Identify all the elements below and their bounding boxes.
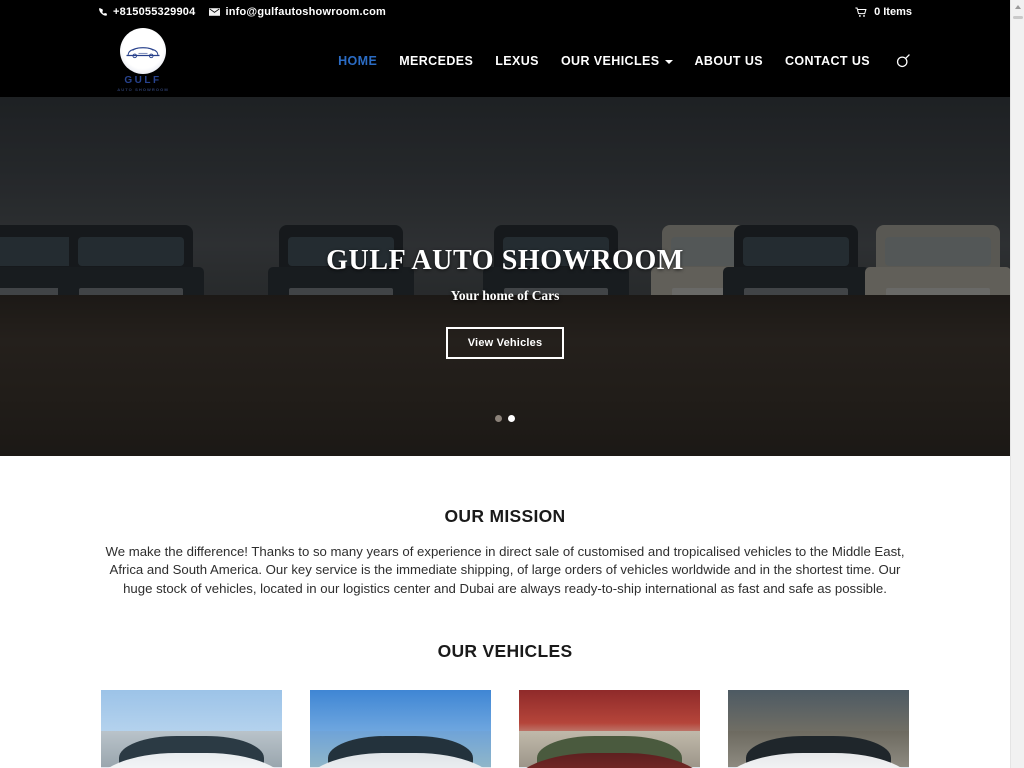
vehicle-card[interactable]: [728, 690, 909, 768]
nav-item-home[interactable]: HOME: [327, 54, 388, 68]
logo-wordmark: GULF: [124, 75, 162, 86]
cart-link[interactable]: 0 Items: [855, 0, 912, 24]
hero-slider: GULF AUTO SHOWROOM Your home of Cars Vie…: [0, 97, 1010, 456]
hero-title: GULF AUTO SHOWROOM: [326, 245, 684, 276]
top-utility-bar: +815055329904 info@gulfautoshowroom.com: [0, 0, 1010, 24]
logo-tagline: AUTO SHOWROOM: [117, 87, 169, 92]
slider-dots: [0, 415, 1010, 422]
cart-icon: [855, 6, 867, 18]
topbar-contact-group: +815055329904 info@gulfautoshowroom.com: [98, 6, 386, 18]
envelope-icon: [209, 8, 221, 16]
slider-dot-2[interactable]: [508, 415, 515, 422]
vehicle-card[interactable]: [519, 690, 700, 768]
cart-item-count: 0 Items: [874, 6, 912, 18]
main-content: OUR MISSION We make the difference! Than…: [0, 456, 1010, 768]
nav-label: LEXUS: [495, 53, 539, 68]
nav-label: MERCEDES: [399, 53, 474, 68]
nav-item-our-vehicles[interactable]: OUR VEHICLES: [550, 54, 684, 68]
phone-icon: [98, 7, 108, 17]
phone-link[interactable]: +815055329904: [98, 6, 195, 18]
search-icon[interactable]: [895, 52, 912, 69]
nav-item-about-us[interactable]: ABOUT US: [684, 54, 774, 68]
slider-dot-1[interactable]: [495, 415, 502, 422]
nav-label: ABOUT US: [694, 53, 763, 68]
mission-heading: OUR MISSION: [444, 506, 566, 526]
main-navigation: HOME MERCEDES LEXUS OUR VEHICLES ABOUT U…: [327, 24, 912, 97]
page-scrollbar[interactable]: [1010, 0, 1024, 768]
site-logo[interactable]: GULF AUTO SHOWROOM: [112, 25, 174, 93]
nav-item-lexus[interactable]: LEXUS: [484, 54, 550, 68]
vehicles-heading: OUR VEHICLES: [437, 641, 573, 662]
chevron-down-icon: [664, 59, 673, 64]
view-vehicles-button[interactable]: View Vehicles: [445, 327, 565, 359]
site-header: GULF AUTO SHOWROOM HOME MERCEDES LEXUS O…: [0, 24, 1010, 97]
vehicle-card-grid: [0, 690, 1010, 768]
car-badge-logo: [120, 28, 166, 74]
nav-label: CONTACT US: [784, 53, 870, 68]
nav-label: HOME: [338, 53, 378, 68]
nav-label: OUR VEHICLES: [560, 53, 660, 68]
email-address: info@gulfautoshowroom.com: [225, 6, 386, 18]
email-link[interactable]: info@gulfautoshowroom.com: [209, 6, 386, 18]
scrollbar-thumb[interactable]: [1013, 16, 1023, 19]
page-root: +815055329904 info@gulfautoshowroom.com: [0, 0, 1010, 768]
vehicle-card[interactable]: [310, 690, 491, 768]
vehicle-card[interactable]: [101, 690, 282, 768]
hero-subtitle: Your home of Cars: [450, 288, 560, 303]
mission-text: We make the difference! Thanks to so man…: [105, 544, 905, 596]
hero-content: GULF AUTO SHOWROOM Your home of Cars Vie…: [0, 97, 1010, 456]
nav-item-contact-us[interactable]: CONTACT US: [774, 54, 881, 68]
nav-item-mercedes[interactable]: MERCEDES: [388, 54, 484, 68]
phone-number: +815055329904: [113, 6, 196, 18]
scroll-up-arrow-icon[interactable]: [1011, 0, 1024, 14]
